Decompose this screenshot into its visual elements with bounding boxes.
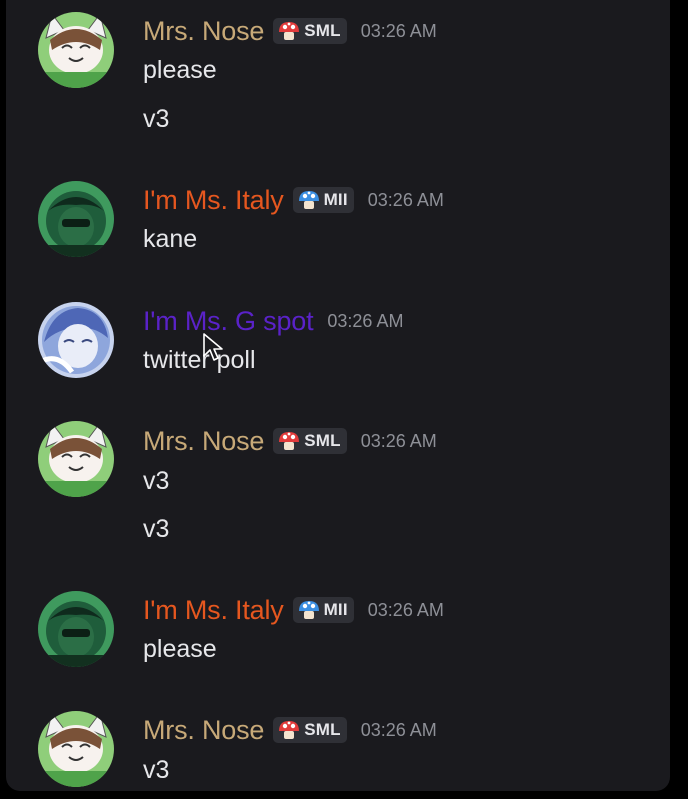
mrs-nose-avatar-icon — [38, 711, 114, 787]
message-text: v3 — [143, 756, 170, 784]
red-mushroom-icon — [279, 721, 300, 739]
message-text: kane — [143, 225, 198, 253]
timestamp[interactable]: 03:26 AM — [368, 190, 444, 211]
message-text: twitter poll — [143, 346, 256, 374]
avatar[interactable] — [38, 181, 114, 257]
server-tag[interactable]: SML — [273, 18, 347, 44]
timestamp[interactable]: 03:26 AM — [368, 600, 444, 621]
mrs-nose-avatar-icon — [38, 421, 114, 497]
server-tag[interactable]: SML — [273, 717, 347, 743]
avatar[interactable] — [38, 591, 114, 667]
message-text: v3 — [143, 105, 170, 133]
message-header: I'm Ms. G spot 03:26 AM — [143, 304, 403, 338]
username[interactable]: I'm Ms. Italy — [143, 185, 284, 216]
avatar[interactable] — [38, 302, 114, 378]
blue-mushroom-icon — [298, 191, 319, 209]
chat-message-list[interactable]: Mrs. Nose SML 03:26 AM please v3 I'm Ms.… — [6, 0, 670, 791]
message-header: Mrs. Nose SML 03:26 AM — [143, 14, 437, 48]
ms-italy-avatar-icon — [38, 591, 114, 667]
message-header: I'm Ms. Italy MII 03:26 AM — [143, 593, 444, 627]
avatar[interactable] — [38, 421, 114, 497]
server-tag[interactable]: SML — [273, 428, 347, 454]
message-text: please — [143, 635, 217, 663]
message-text: v3 — [143, 467, 170, 495]
red-mushroom-icon — [279, 22, 300, 40]
timestamp[interactable]: 03:26 AM — [327, 311, 403, 332]
message-header: I'm Ms. Italy MII 03:26 AM — [143, 183, 444, 217]
message-text: v3 — [143, 515, 170, 543]
username[interactable]: Mrs. Nose — [143, 426, 264, 457]
avatar[interactable] — [38, 12, 114, 88]
username[interactable]: I'm Ms. G spot — [143, 306, 314, 337]
blue-mushroom-icon — [298, 601, 319, 619]
server-tag[interactable]: MII — [292, 597, 354, 623]
server-tag[interactable]: MII — [292, 187, 354, 213]
tag-label: SML — [304, 720, 341, 739]
timestamp[interactable]: 03:26 AM — [361, 431, 437, 452]
mrs-nose-avatar-icon — [38, 12, 114, 88]
username[interactable]: I'm Ms. Italy — [143, 595, 284, 626]
tag-label: SML — [304, 431, 341, 450]
timestamp[interactable]: 03:26 AM — [361, 21, 437, 42]
message-header: Mrs. Nose SML 03:26 AM — [143, 713, 437, 747]
username[interactable]: Mrs. Nose — [143, 715, 264, 746]
message-header: Mrs. Nose SML 03:26 AM — [143, 424, 437, 458]
tag-label: MII — [323, 600, 348, 619]
ms-italy-avatar-icon — [38, 181, 114, 257]
timestamp[interactable]: 03:26 AM — [361, 720, 437, 741]
red-mushroom-icon — [279, 432, 300, 450]
message-text: please — [143, 56, 217, 84]
tag-label: SML — [304, 21, 341, 40]
ms-g-spot-avatar-icon — [38, 302, 114, 378]
username[interactable]: Mrs. Nose — [143, 16, 264, 47]
tag-label: MII — [323, 190, 348, 209]
avatar[interactable] — [38, 711, 114, 787]
